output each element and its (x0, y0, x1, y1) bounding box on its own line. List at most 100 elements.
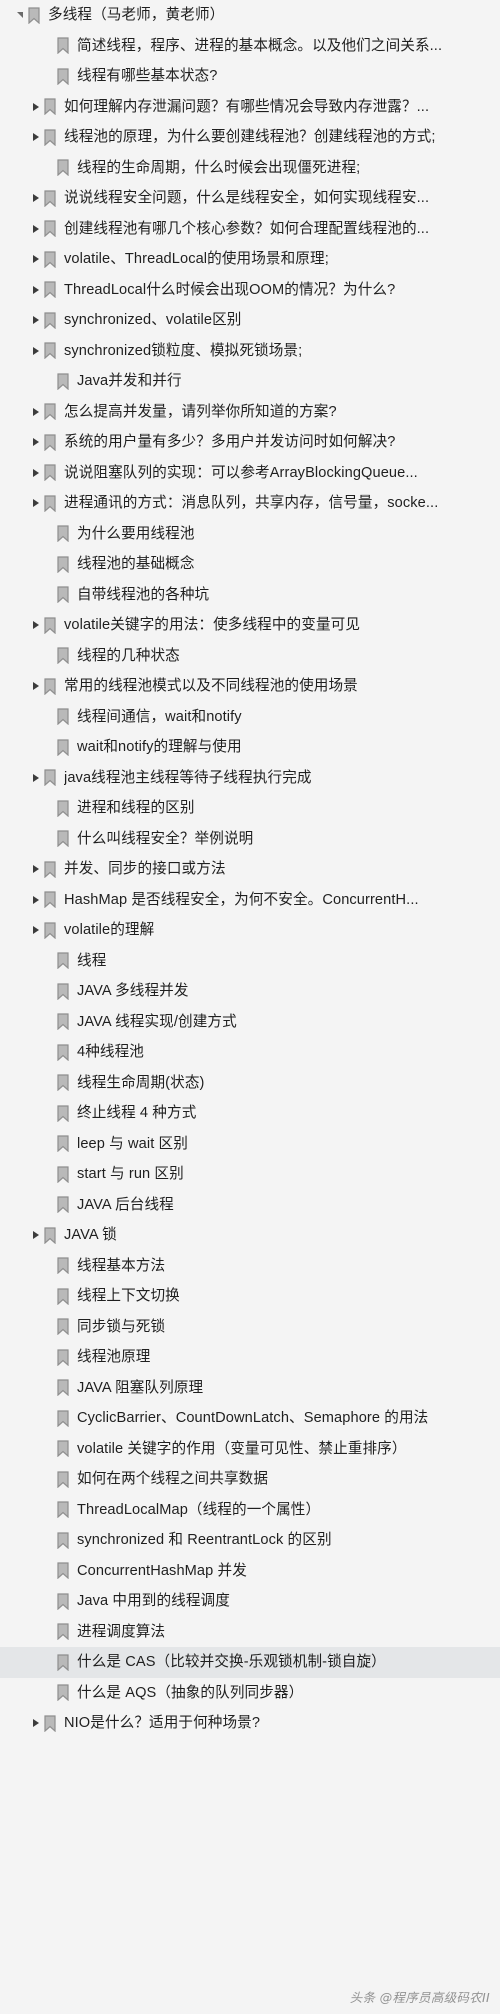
triangle-right-icon[interactable] (29, 275, 42, 305)
tree-row[interactable]: 如何理解内存泄漏问题？有哪些情况会导致内存泄露？... (0, 92, 500, 123)
tree-row[interactable]: 4种线程池 (0, 1037, 500, 1068)
tree-row[interactable]: JAVA 锁 (0, 1220, 500, 1251)
tree-row[interactable]: 什么是 CAS（比较并交换-乐观锁机制-锁自旋） (0, 1647, 500, 1678)
tree-row[interactable]: synchronized 和 ReentrantLock 的区别 (0, 1525, 500, 1556)
outline-tree-panel[interactable]: 多线程（马老师，黄老师） 简述线程，程序、进程的基本概念。以及他们之间关系... 线… (0, 0, 500, 2014)
tree-row[interactable]: CyclicBarrier、CountDownLatch、Semaphore 的… (0, 1403, 500, 1434)
tree-row[interactable]: 线程的几种状态 (0, 641, 500, 672)
tree-row[interactable]: ConcurrentHashMap 并发 (0, 1556, 500, 1587)
tree-row[interactable]: JAVA 后台线程 (0, 1190, 500, 1221)
triangle-right-icon[interactable] (29, 92, 42, 122)
triangle-right-icon[interactable] (29, 427, 42, 457)
tree-row[interactable]: 常用的线程池模式以及不同线程池的使用场景 (0, 671, 500, 702)
tree-row[interactable]: 线程生命周期(状态) (0, 1068, 500, 1099)
watermark-text: 头条 @程序员高级码农II (349, 1990, 490, 2005)
triangle-right-icon[interactable] (29, 763, 42, 793)
tree-row[interactable]: 创建线程池有哪几个核心参数？如何合理配置线程池的... (0, 214, 500, 245)
triangle-right-icon[interactable] (29, 397, 42, 427)
triangle-right-icon[interactable] (29, 885, 42, 915)
tree-row[interactable]: 线程池的原理，为什么要创建线程池？创建线程池的方式; (0, 122, 500, 153)
triangle-right-icon[interactable] (29, 214, 42, 244)
tree-row[interactable]: NIO是什么？适用于何种场景? (0, 1708, 500, 1739)
tree-row[interactable]: 什么叫线程安全？举例说明 (0, 824, 500, 855)
tree-row[interactable]: 同步锁与死锁 (0, 1312, 500, 1343)
tree-row[interactable]: wait和notify的理解与使用 (0, 732, 500, 763)
tree-row[interactable]: volatile、ThreadLocal的使用场景和原理; (0, 244, 500, 275)
tree-row-label: volatile 关键字的作用（变量可见性、禁止重排序） (77, 1440, 407, 1457)
triangle-right-icon[interactable] (29, 488, 42, 518)
bookmark-icon (55, 738, 71, 756)
triangle-right-icon[interactable] (29, 610, 42, 640)
tree-row[interactable]: 线程间通信，wait和notify (0, 702, 500, 733)
triangle-right-icon[interactable] (29, 854, 42, 884)
triangle-right-icon[interactable] (29, 915, 42, 945)
bookmark-icon (42, 281, 58, 299)
tree-row[interactable]: 进程通讯的方式：消息队列，共享内存，信号量，socke... (0, 488, 500, 519)
tree-row[interactable]: 线程有哪些基本状态? (0, 61, 500, 92)
tree-row[interactable]: synchronized锁粒度、模拟死锁场景; (0, 336, 500, 367)
triangle-right-icon[interactable] (29, 244, 42, 274)
tree-row[interactable]: 并发、同步的接口或方法 (0, 854, 500, 885)
tree-row[interactable]: volatile 关键字的作用（变量可见性、禁止重排序） (0, 1434, 500, 1465)
tree-row[interactable]: 怎么提高并发量，请列举你所知道的方案? (0, 397, 500, 428)
tree-row-label: Java并发和并行 (77, 373, 182, 390)
tree-row[interactable]: 简述线程，程序、进程的基本概念。以及他们之间关系... (0, 31, 500, 62)
tree-row[interactable]: 终止线程 4 种方式 (0, 1098, 500, 1129)
tree-row[interactable]: 自带线程池的各种坑 (0, 580, 500, 611)
tree-row-label: start 与 run 区别 (77, 1166, 184, 1183)
tree-row-root[interactable]: 多线程（马老师，黄老师） (0, 0, 500, 31)
tree-row-label: 如何在两个线程之间共享数据 (77, 1471, 269, 1488)
tree-row[interactable]: leep 与 wait 区别 (0, 1129, 500, 1160)
tree-row[interactable]: 线程上下文切换 (0, 1281, 500, 1312)
tree-row-label: CyclicBarrier、CountDownLatch、Semaphore 的… (77, 1410, 429, 1427)
triangle-right-icon[interactable] (29, 1220, 42, 1250)
tree-row[interactable]: 如何在两个线程之间共享数据 (0, 1464, 500, 1495)
tree-row[interactable]: ThreadLocal什么时候会出现OOM的情况？为什么? (0, 275, 500, 306)
triangle-right-icon[interactable] (29, 458, 42, 488)
triangle-right-icon[interactable] (29, 305, 42, 335)
tree-row[interactable]: 系统的用户量有多少？多用户并发访问时如何解决? (0, 427, 500, 458)
tree-row[interactable]: Java 中用到的线程调度 (0, 1586, 500, 1617)
tree-row[interactable]: JAVA 线程实现/创建方式 (0, 1007, 500, 1038)
tree-row[interactable]: 进程调度算法 (0, 1617, 500, 1648)
tree-row[interactable]: 为什么要用线程池 (0, 519, 500, 550)
tree-row[interactable]: 说说阻塞队列的实现：可以参考ArrayBlockingQueue... (0, 458, 500, 489)
tree-row[interactable]: 线程基本方法 (0, 1251, 500, 1282)
tree-row[interactable]: 说说线程安全问题，什么是线程安全，如何实现线程安... (0, 183, 500, 214)
tree-row[interactable]: 什么是 AQS（抽象的队列同步器） (0, 1678, 500, 1709)
tree-row[interactable]: volatile关键字的用法：使多线程中的变量可见 (0, 610, 500, 641)
bookmark-icon (55, 1440, 71, 1458)
tree-row[interactable]: 线程池原理 (0, 1342, 500, 1373)
triangle-right-icon[interactable] (29, 1708, 42, 1738)
triangle-right-icon[interactable] (29, 122, 42, 152)
tree-row[interactable]: 线程的生命周期，什么时候会出现僵死进程; (0, 153, 500, 184)
triangle-down-icon[interactable] (13, 0, 26, 30)
tree-row[interactable]: HashMap 是否线程安全，为何不安全。ConcurrentH... (0, 885, 500, 916)
tree-row[interactable]: JAVA 阻塞队列原理 (0, 1373, 500, 1404)
triangle-right-icon[interactable] (29, 336, 42, 366)
tree-row[interactable]: Java并发和并行 (0, 366, 500, 397)
tree-row[interactable]: 进程和线程的区别 (0, 793, 500, 824)
tree-row[interactable]: ThreadLocalMap（线程的一个属性） (0, 1495, 500, 1526)
tree-row[interactable]: java线程池主线程等待子线程执行完成 (0, 763, 500, 794)
tree-row[interactable]: volatile的理解 (0, 915, 500, 946)
tree-row-label: 为什么要用线程池 (77, 525, 195, 542)
tree-row[interactable]: 线程 (0, 946, 500, 977)
tree-row-label: 常用的线程池模式以及不同线程池的使用场景 (64, 678, 358, 695)
tree-row-label: 线程 (77, 952, 107, 969)
tree-row[interactable]: start 与 run 区别 (0, 1159, 500, 1190)
tree-row[interactable]: JAVA 多线程并发 (0, 976, 500, 1007)
triangle-right-icon[interactable] (29, 183, 42, 213)
tree-row-label: HashMap 是否线程安全，为何不安全。ConcurrentH... (64, 891, 419, 908)
tree-row[interactable]: 线程池的基础概念 (0, 549, 500, 580)
triangle-right-icon[interactable] (29, 671, 42, 701)
tree-row[interactable]: synchronized、volatile区别 (0, 305, 500, 336)
tree-row-label: JAVA 阻塞队列原理 (77, 1379, 204, 1396)
